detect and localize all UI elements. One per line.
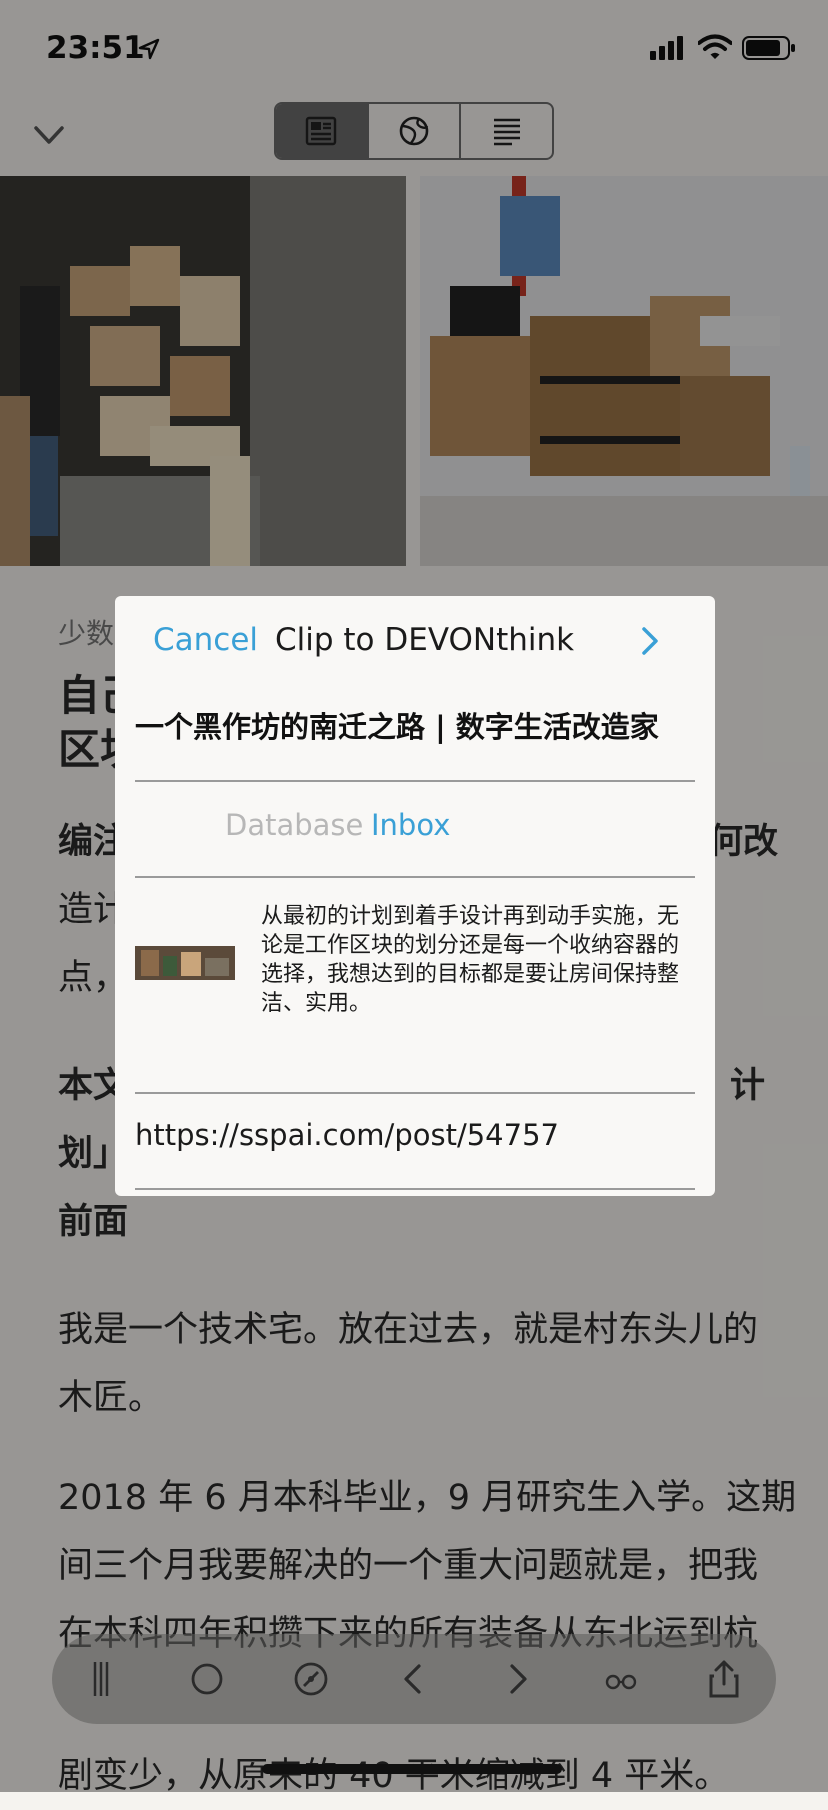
divider [135,1092,695,1094]
database-label: Database [225,808,364,842]
page-thumbnail [135,946,235,980]
divider [135,876,695,878]
excerpt-text[interactable]: 从最初的计划到着手设计再到动手实施，无论是工作区块的划分还是每一个收纳容器的选择… [261,902,681,1018]
document-title-field[interactable]: 一个黑作坊的南迁之路 | 数字生活改造家 [135,704,659,746]
url-field[interactable]: https://sspai.com/post/54757 [135,1118,559,1152]
chevron-right-icon[interactable] [635,624,665,658]
database-picker[interactable]: Inbox [371,808,450,842]
divider [135,780,695,782]
divider [135,1188,695,1190]
clip-to-devonthink-dialog: Cancel Clip to DEVONthink 一个黑作坊的南迁之路 | 数… [115,596,715,1196]
cancel-button[interactable]: Cancel [153,622,258,658]
dialog-title: Clip to DEVONthink [275,622,575,658]
